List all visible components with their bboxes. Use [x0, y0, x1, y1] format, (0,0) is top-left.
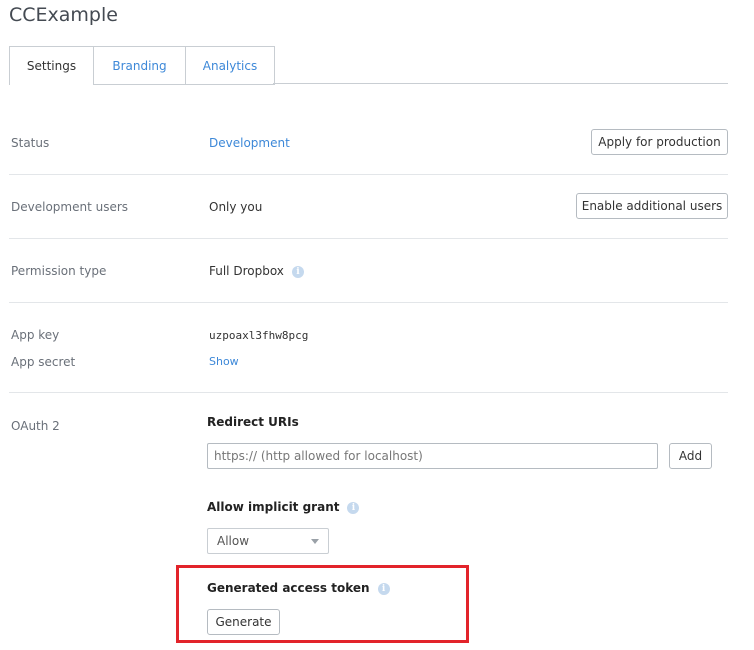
- tabs-divider: [273, 83, 728, 84]
- app-title: CCExample: [9, 4, 118, 26]
- chevron-down-icon: [311, 539, 319, 544]
- implicit-grant-select[interactable]: Allow: [207, 528, 329, 554]
- redirect-uris-heading: Redirect URIs: [207, 415, 299, 429]
- status-label: Status: [11, 136, 50, 150]
- permission-row: Permission type Full Dropbox i: [9, 256, 728, 286]
- implicit-grant-heading-wrap: Allow implicit grant i: [207, 500, 360, 514]
- tab-bar: Settings Branding Analytics: [9, 46, 275, 85]
- keys-section: App key uzpoaxl3fhw8pcg App secret Show: [9, 320, 728, 380]
- dev-users-row: Development users Only you Enable additi…: [9, 192, 728, 222]
- oauth-label: OAuth 2: [11, 419, 60, 433]
- implicit-grant-selected: Allow: [217, 534, 250, 548]
- tab-analytics[interactable]: Analytics: [185, 46, 275, 85]
- tab-branding[interactable]: Branding: [93, 46, 186, 85]
- app-key-value: uzpoaxl3fhw8pcg: [209, 329, 309, 342]
- status-row: Status Development Apply for production: [9, 128, 728, 158]
- tab-settings[interactable]: Settings: [9, 46, 94, 85]
- status-value-link[interactable]: Development: [209, 136, 290, 150]
- dev-users-value: Only you: [209, 200, 263, 214]
- permission-label: Permission type: [11, 264, 107, 278]
- enable-additional-users-button[interactable]: Enable additional users: [576, 193, 728, 219]
- app-secret-label: App secret: [11, 355, 76, 369]
- divider: [9, 174, 728, 175]
- divider: [9, 392, 728, 393]
- implicit-grant-heading: Allow implicit grant: [207, 500, 340, 514]
- redirect-uri-input[interactable]: [207, 443, 658, 469]
- add-redirect-button[interactable]: Add: [669, 443, 712, 469]
- info-icon[interactable]: i: [347, 501, 360, 514]
- highlight-annotation-box: [176, 565, 469, 643]
- permission-value: Full Dropbox: [209, 264, 284, 278]
- dev-users-label: Development users: [11, 200, 129, 214]
- divider: [9, 302, 728, 303]
- show-secret-link[interactable]: Show: [209, 355, 239, 368]
- permission-value-wrap: Full Dropbox i: [209, 264, 304, 278]
- app-key-label: App key: [11, 328, 60, 342]
- info-icon[interactable]: i: [291, 265, 304, 278]
- divider: [9, 238, 728, 239]
- apply-for-production-button[interactable]: Apply for production: [591, 129, 728, 155]
